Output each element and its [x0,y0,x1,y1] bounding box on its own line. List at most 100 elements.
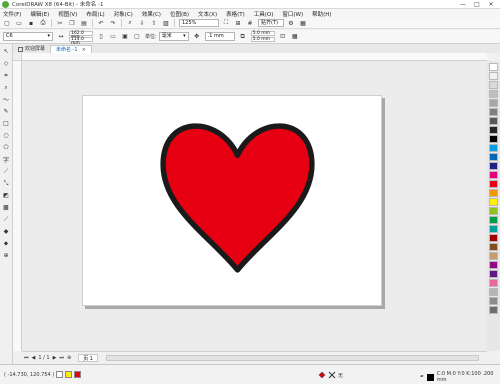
menu-object[interactable]: 对象(C) [114,10,133,18]
interactive-fill-icon[interactable]: ◆ [2,227,11,236]
all-pages-icon[interactable]: ▣ [121,33,129,41]
document-palette-none-swatch[interactable] [56,371,64,378]
first-page-icon[interactable]: ⏮ [24,355,29,361]
menu-help[interactable]: 帮助(H) [312,10,331,18]
polygon-tool-icon[interactable]: ⬠ [2,143,11,152]
palette-swatch[interactable] [489,153,498,161]
menu-tools[interactable]: 工具(O) [254,10,274,18]
save-icon[interactable]: ▪ [27,19,35,27]
full-screen-icon[interactable]: ⛶ [222,19,230,27]
search-content-icon[interactable]: ⌕ [126,19,134,27]
set-default-icon[interactable]: ⊡ [279,33,287,41]
landscape-icon[interactable]: ▭ [109,33,117,41]
treat-as-filled-icon[interactable]: ▦ [291,33,299,41]
palette-swatch[interactable] [489,72,498,80]
color-eyedropper-icon[interactable]: ⟋ [2,215,11,224]
menu-table[interactable]: 表格(T) [226,10,245,18]
palette-swatch[interactable] [489,198,498,206]
menu-window[interactable]: 窗口(W) [282,10,303,18]
document-palette-red-swatch[interactable] [74,371,82,378]
palette-swatch[interactable] [489,117,498,125]
page-size-preset-select[interactable]: C6 ▾ [3,32,53,41]
minimize-button[interactable]: — [456,0,470,9]
palette-swatch[interactable] [489,162,498,170]
palette-swatch[interactable] [489,261,498,269]
transparency-tool-icon[interactable]: ▩ [2,203,11,212]
maximize-button[interactable]: □ [470,0,484,9]
add-tool-plus-icon[interactable]: ⊕ [2,251,11,260]
print-icon[interactable]: ⎙ [39,19,47,27]
palette-swatch[interactable] [489,81,498,89]
horizontal-scrollbar[interactable] [105,355,479,361]
palette-swatch[interactable] [489,252,498,260]
snap-to-dropdown[interactable]: 贴齐(T) [258,19,284,27]
palette-swatch[interactable] [489,243,498,251]
palette-swatch[interactable] [489,171,498,179]
vertical-ruler[interactable] [13,61,22,351]
units-select[interactable]: 毫米 ▾ [158,32,189,41]
horizontal-ruler[interactable] [22,53,487,61]
palette-swatch[interactable] [489,99,498,107]
page-tab-1[interactable]: 页 1 [78,354,98,362]
smart-fill-icon[interactable]: ⬥ [2,239,11,248]
palette-swatch[interactable] [489,126,498,134]
portrait-icon[interactable]: ▯ [97,33,105,41]
drawing-canvas[interactable] [22,61,487,351]
palette-swatch[interactable] [489,144,498,152]
palette-swatch[interactable] [489,135,498,143]
palette-swatch[interactable] [489,297,498,305]
menu-bitmaps[interactable]: 位图(B) [170,10,189,18]
new-document-icon[interactable]: ▢ [3,19,11,27]
palette-swatch[interactable] [489,108,498,116]
freehand-tool-icon[interactable]: 〜 [2,95,11,104]
menu-effects[interactable]: 效果(C) [142,10,161,18]
show-grid-icon[interactable]: # [246,19,254,27]
page-height-field[interactable]: 114.0 mm [69,37,93,46]
prev-page-icon[interactable]: ◀ [32,355,36,361]
last-page-icon[interactable]: ⏭ [59,355,64,361]
ellipse-tool-icon[interactable]: ○ [2,131,11,140]
palette-swatch[interactable] [489,306,498,314]
parallel-dimension-tool-icon[interactable]: ⟋ [2,167,11,176]
connector-tool-icon[interactable]: ⤡ [2,179,11,188]
nudge-distance-field[interactable]: .1 mm [204,32,235,41]
drop-shadow-tool-icon[interactable]: ◩ [2,191,11,200]
text-tool-icon[interactable]: 字 [2,155,11,164]
publish-pdf-icon[interactable]: ▨ [162,19,170,27]
tab-document[interactable]: 未命名 -1 × [50,45,92,53]
close-button[interactable]: ✕ [484,0,498,9]
heart-shape[interactable] [160,118,315,273]
heart-path[interactable] [160,123,315,273]
palette-swatch[interactable] [489,279,498,287]
page-width-field[interactable]: 162.0 mm [69,31,93,40]
palette-swatch[interactable] [489,216,498,224]
zoom-tool-icon[interactable]: ⌕ [2,83,11,92]
palette-swatch[interactable] [489,90,498,98]
zoom-level-select[interactable]: 125% [179,19,219,27]
palette-swatch[interactable] [489,180,498,188]
cut-icon[interactable]: ✂ [56,19,64,27]
rectangle-tool-icon[interactable]: □ [2,119,11,128]
crop-tool-icon[interactable]: ⌗ [2,71,11,80]
ruler-origin[interactable] [13,53,22,61]
copy-icon[interactable]: ❐ [68,19,76,27]
menu-edit[interactable]: 编辑(E) [30,10,49,18]
palette-swatch[interactable] [489,288,498,296]
palette-swatch[interactable] [489,270,498,278]
menu-view[interactable]: 视图(V) [58,10,77,18]
shape-tool-icon[interactable]: ◇ [2,59,11,68]
duplicate-y-field[interactable]: 5.0 mm [250,37,275,42]
show-rulers-icon[interactable]: ⊞ [234,19,242,27]
duplicate-x-field[interactable]: 5.0 mm [250,31,275,36]
pick-tool-icon[interactable]: ↖ [2,47,11,56]
undo-icon[interactable]: ↶ [97,19,105,27]
current-page-icon[interactable]: ▢ [133,33,141,41]
export-icon[interactable]: ⇧ [150,19,158,27]
open-folder-icon[interactable]: ▭ [15,19,23,27]
palette-swatch[interactable] [489,225,498,233]
palette-swatch[interactable] [489,63,498,71]
add-page-icon[interactable]: ⊕ [67,355,71,361]
document-palette-yellow-swatch[interactable] [65,371,73,378]
paste-icon[interactable]: ▤ [80,19,88,27]
import-icon[interactable]: ⇩ [138,19,146,27]
